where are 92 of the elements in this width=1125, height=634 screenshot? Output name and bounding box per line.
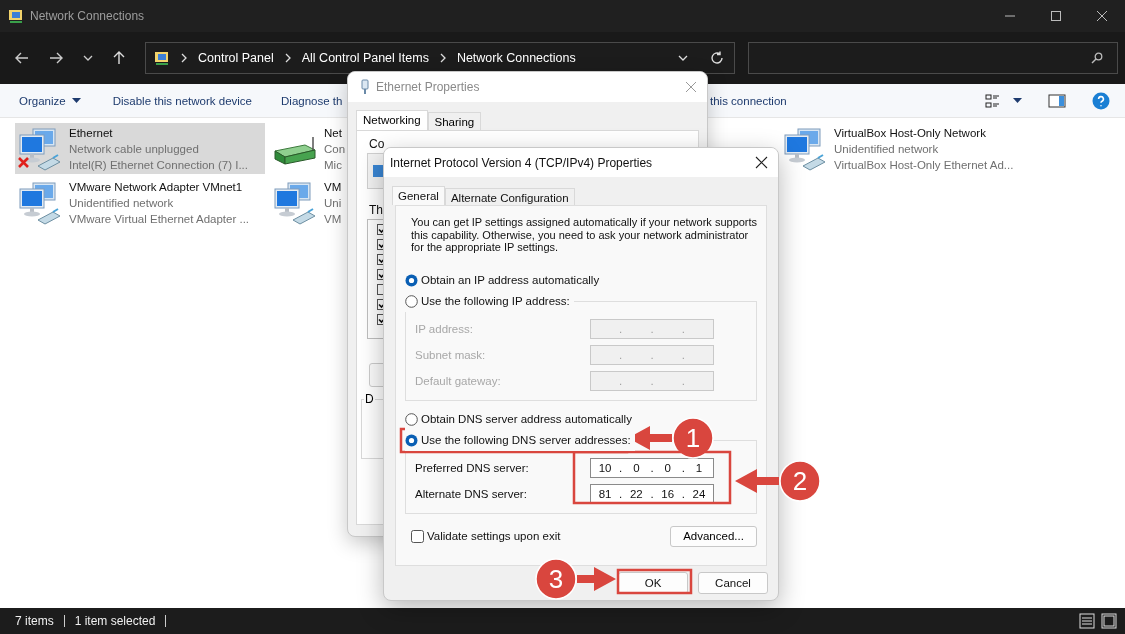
adapter-name: Intel(R) Ethernet Connection (7) I... bbox=[69, 157, 248, 173]
control-panel-icon bbox=[154, 50, 170, 66]
command-button[interactable]: this connection bbox=[710, 94, 787, 107]
adapter-name: VirtualBox Host-Only Ethernet Ad... bbox=[834, 157, 1014, 173]
connection-name: Net bbox=[324, 125, 343, 141]
connection-status: Network cable unplugged bbox=[69, 141, 200, 157]
step-badge: 1 bbox=[672, 417, 714, 459]
details-view-icon[interactable] bbox=[1079, 613, 1095, 629]
tiles-view-icon[interactable] bbox=[1101, 613, 1117, 629]
dialog-tab[interactable]: Alternate Configuration bbox=[444, 188, 575, 205]
history-chevron-icon[interactable] bbox=[83, 55, 93, 61]
adapter-name: Mic bbox=[324, 157, 343, 173]
window-title: Network Connections bbox=[30, 9, 145, 23]
preview-pane-icon[interactable] bbox=[1048, 93, 1066, 108]
computers-network-icon bbox=[17, 126, 63, 171]
breadcrumb[interactable]: Control Panel bbox=[198, 51, 274, 65]
advanced-button[interactable]: Advanced... bbox=[670, 525, 757, 547]
command-button[interactable]: Disable this network device bbox=[112, 94, 252, 107]
dialog-title: Internet Protocol Version 4 (TCP/IPv4) Properties bbox=[390, 155, 653, 170]
dialog-tab[interactable]: General bbox=[392, 186, 445, 205]
radio-button[interactable] bbox=[405, 294, 418, 308]
connection-tile[interactable]: VM Uni VM bbox=[270, 177, 346, 228]
address-bar[interactable]: Control Panel All Control Panel Items Network Connections bbox=[145, 42, 735, 74]
callout-arrow bbox=[735, 469, 779, 493]
network-folder-icon bbox=[8, 8, 24, 24]
view-options-icon[interactable] bbox=[985, 93, 1001, 108]
adapter-name: VMware Virtual Ethernet Adapter ... bbox=[69, 211, 250, 227]
radio-button[interactable] bbox=[405, 412, 418, 426]
connection-status: Uni bbox=[324, 195, 342, 211]
field-label: IP address: bbox=[415, 322, 474, 335]
back-arrow-icon[interactable] bbox=[15, 52, 29, 64]
dropdown-chevron-icon[interactable] bbox=[678, 55, 688, 61]
field-label: Preferred DNS server: bbox=[415, 461, 530, 474]
ip-address-field[interactable]: 10 . 0 . 0 . 1 bbox=[590, 457, 714, 478]
chevron-icon bbox=[283, 53, 292, 63]
field-label: Alternate DNS server: bbox=[415, 487, 528, 500]
command-button[interactable]: Diagnose th bbox=[281, 94, 343, 107]
connection-name: VM bbox=[324, 179, 342, 195]
computers-network-icon bbox=[272, 180, 318, 225]
field-label: Default gateway: bbox=[415, 374, 502, 387]
dropdown-arrow-icon bbox=[71, 98, 81, 103]
maximize-icon[interactable] bbox=[1050, 10, 1062, 22]
radio-label[interactable]: Use the following IP address: bbox=[421, 295, 570, 307]
up-arrow-icon[interactable] bbox=[113, 51, 125, 65]
checkbox-label[interactable]: Validate settings upon exit bbox=[427, 530, 561, 542]
radio-button[interactable] bbox=[405, 433, 418, 447]
description-text: You can get IP settings assigned automatically if your network supports this capability. Otherwise, you need to ask your network administrator for the appropriate IP settings. bbox=[411, 216, 759, 254]
forward-arrow-icon[interactable] bbox=[49, 52, 63, 64]
field-label: Th bbox=[369, 203, 384, 217]
radio-button[interactable] bbox=[405, 273, 418, 287]
ip-address-field[interactable]: 81 . 22 . 16 . 24 bbox=[590, 483, 714, 504]
item-count: 7 items bbox=[15, 615, 65, 627]
adapter-name: VM bbox=[324, 211, 342, 227]
connection-tile[interactable]: VirtualBox Host-Only Network Unidentified network VirtualBox Host-Only Ethernet Ad... bbox=[780, 123, 1018, 174]
radio-label[interactable]: Obtain an IP address automatically bbox=[421, 274, 600, 286]
dialog-tab[interactable]: Networking bbox=[356, 110, 428, 130]
adapter-icon bbox=[372, 164, 384, 178]
computers-network-icon bbox=[782, 126, 828, 171]
connection-name: Ethernet bbox=[69, 125, 114, 141]
connection-name: VirtualBox Host-Only Network bbox=[834, 125, 987, 141]
breadcrumb[interactable]: All Control Panel Items bbox=[301, 51, 429, 65]
field-label: Co bbox=[369, 137, 386, 151]
connection-tile[interactable]: VMware Network Adapter VMnet1 Unidentified network VMware Virtual Ethernet Adapter ... bbox=[15, 177, 254, 228]
breadcrumb[interactable]: Network Connections bbox=[456, 51, 576, 65]
refresh-icon[interactable] bbox=[710, 51, 724, 65]
connection-tile[interactable]: Net Con Mic bbox=[270, 123, 350, 174]
ethernet-plug-icon bbox=[360, 79, 370, 95]
computers-network-icon bbox=[17, 180, 63, 225]
connection-status: Unidentified network bbox=[834, 141, 940, 157]
callout-arrow bbox=[577, 567, 616, 591]
cancel-button[interactable]: Cancel bbox=[698, 572, 768, 594]
field-label: Subnet mask: bbox=[415, 348, 487, 361]
checkbox[interactable] bbox=[411, 529, 424, 543]
close-icon[interactable] bbox=[755, 156, 768, 169]
connection-status: Unidentified network bbox=[69, 195, 175, 211]
chevron-icon bbox=[438, 53, 447, 63]
selection-count: 1 item selected bbox=[74, 615, 167, 627]
group-label: D bbox=[364, 392, 375, 406]
dialog-title: Ethernet Properties bbox=[376, 80, 480, 94]
search-icon bbox=[1091, 52, 1103, 64]
connection-name: VMware Network Adapter VMnet1 bbox=[69, 179, 244, 195]
step-badge: 2 bbox=[779, 460, 821, 502]
dropdown-arrow-icon[interactable] bbox=[1013, 98, 1022, 103]
chevron-icon bbox=[180, 53, 188, 63]
connection-status: Con bbox=[324, 141, 346, 157]
dialog-tab[interactable]: Sharing bbox=[427, 112, 482, 130]
organize-menu[interactable]: Organize bbox=[19, 94, 81, 107]
search-field[interactable] bbox=[748, 42, 1118, 74]
connection-tile[interactable]: Ethernet Network cable unplugged Intel(R) Ethernet Connection (7) I... bbox=[15, 123, 265, 174]
help-icon[interactable] bbox=[1092, 91, 1110, 110]
step-badge: 3 bbox=[535, 558, 577, 600]
close-icon[interactable] bbox=[1096, 10, 1108, 22]
